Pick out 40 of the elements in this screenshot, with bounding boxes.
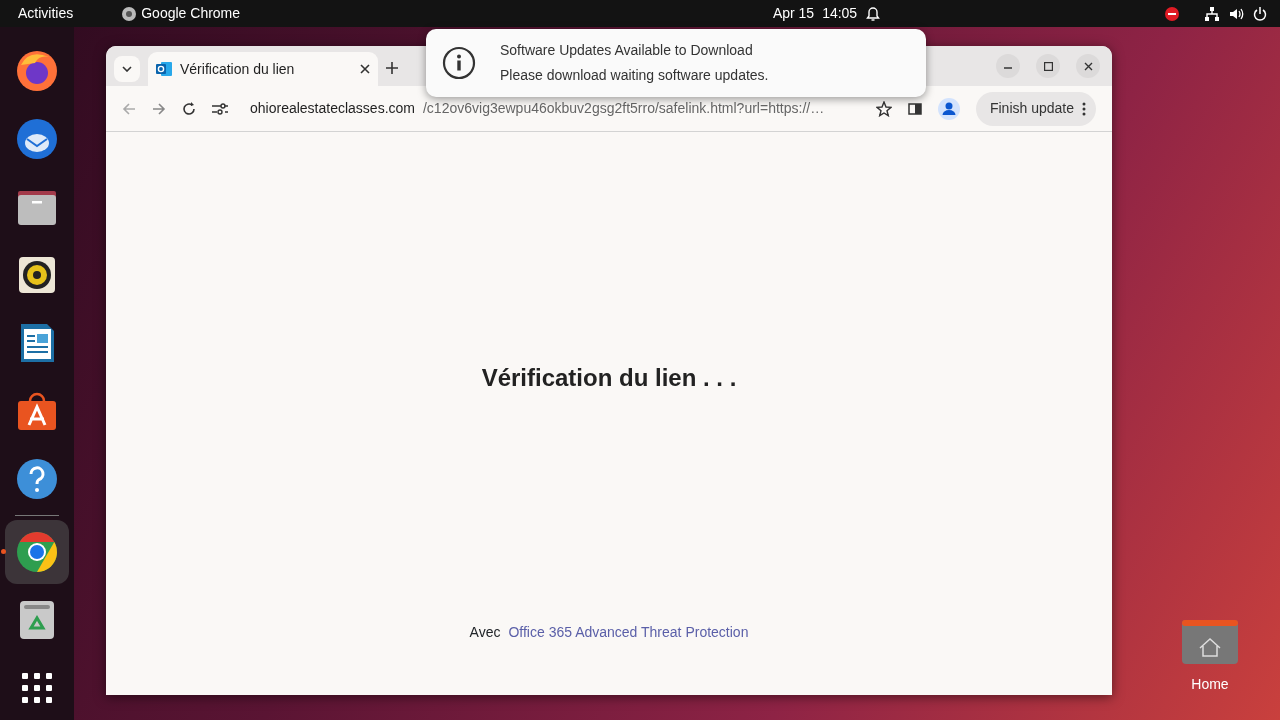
close-button[interactable] — [1076, 54, 1100, 78]
thunderbird-icon[interactable] — [15, 117, 59, 161]
profile-icon[interactable] — [937, 97, 960, 120]
page-heading: Vérification du lien . . . — [481, 363, 737, 393]
more-icon — [1082, 101, 1086, 116]
bell-icon[interactable] — [865, 5, 882, 22]
firefox-icon[interactable] — [15, 49, 59, 93]
forward-icon[interactable] — [152, 101, 166, 116]
clock-time[interactable]: 14:05 — [822, 3, 858, 24]
power-icon[interactable] — [1252, 5, 1268, 22]
url-host: ohiorealestateclasses.com — [250, 99, 415, 118]
close-icon — [1083, 61, 1093, 71]
chevron-down-icon — [122, 66, 132, 72]
browser-tab[interactable]: Vérification du lien — [148, 52, 378, 86]
protection-link[interactable]: Office 365 Advanced Threat Protection — [508, 622, 749, 643]
folder-label[interactable]: Home — [1191, 674, 1229, 695]
activities-button[interactable]: Activities — [18, 3, 74, 24]
close-icon[interactable] — [360, 64, 370, 74]
site-settings-icon[interactable] — [212, 101, 228, 116]
finish-update-button[interactable]: Finish update — [975, 91, 1096, 126]
notification-title: Software Updates Available to Download — [500, 41, 754, 60]
reload-icon[interactable] — [182, 101, 196, 116]
outlook-icon — [156, 61, 172, 77]
tab-title: Vérification du lien — [180, 59, 296, 79]
minimize-button[interactable] — [996, 54, 1020, 78]
maximize-button[interactable] — [1036, 54, 1060, 78]
app-menu[interactable]: Google Chrome — [141, 3, 241, 24]
tab-search-button[interactable] — [114, 56, 140, 82]
side-panel-icon[interactable] — [907, 101, 922, 116]
info-icon — [442, 46, 476, 80]
do-not-disturb-icon[interactable] — [1164, 5, 1180, 22]
url-path: /c12ov6vig3ewpu46okbuv2gsg2ft5rro/safelink.html?url=https://… — [423, 99, 825, 118]
help-icon[interactable] — [15, 457, 59, 501]
maximize-icon — [1043, 61, 1053, 71]
clock-date[interactable]: Apr 15 — [772, 3, 815, 24]
notification-body: Please download waiting software updates. — [500, 66, 769, 85]
bookmark-star-icon[interactable] — [875, 100, 892, 117]
plus-icon[interactable] — [386, 62, 398, 74]
footer-text: Avec — [469, 623, 501, 642]
network-icon[interactable] — [1204, 5, 1220, 22]
